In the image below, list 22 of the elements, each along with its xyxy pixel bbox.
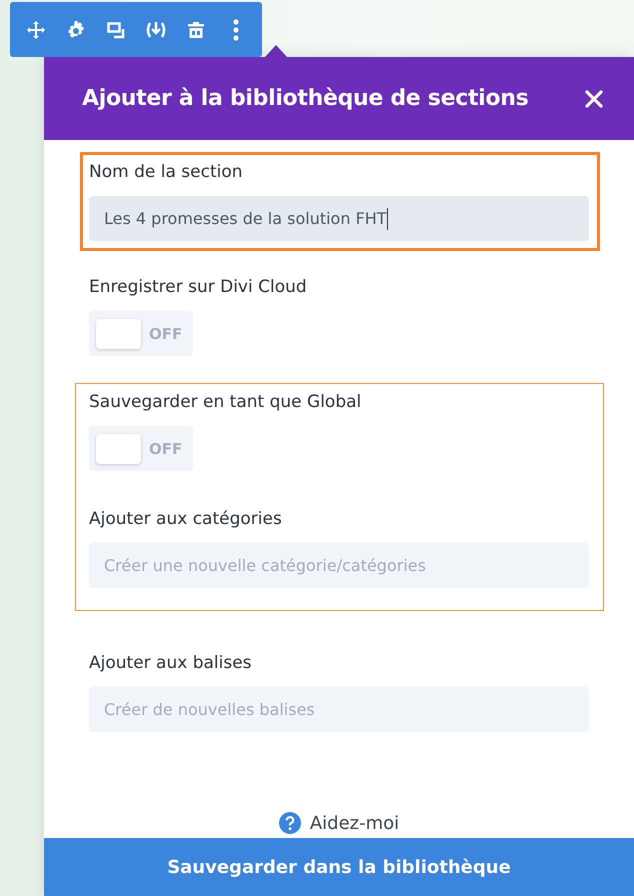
- dialog-title: Ajouter à la bibliothèque de sections: [82, 86, 528, 111]
- help-link[interactable]: Aidez-moi: [278, 812, 400, 834]
- field-label: Ajouter aux balises: [89, 652, 252, 675]
- text-field[interactable]: Les 4 promesses de la solution FHT: [89, 196, 589, 241]
- close-button[interactable]: [584, 88, 604, 108]
- toggle-switch[interactable]: OFF: [89, 426, 193, 471]
- field-label: Nom de la section: [89, 161, 243, 184]
- field-label: Sauvegarder en tant que Global: [89, 391, 362, 414]
- help-icon: [278, 812, 301, 834]
- settings-icon: [66, 20, 86, 40]
- toggle-switch[interactable]: OFF: [89, 311, 193, 356]
- field-label: Ajouter aux catégories: [89, 508, 282, 531]
- more-icon: [231, 18, 241, 40]
- text-field[interactable]: Créer de nouvelles balises: [89, 687, 589, 732]
- save-to-library-button[interactable]: Sauvegarder dans la bibliothèque: [44, 838, 634, 896]
- close-icon: [584, 88, 604, 108]
- trash-icon: [186, 20, 206, 40]
- text-field[interactable]: Créer une nouvelle catégorie/catégories: [89, 543, 589, 588]
- download-icon: [145, 20, 167, 40]
- duplicate-icon: [106, 20, 126, 40]
- field-label: Enregistrer sur Divi Cloud: [89, 276, 307, 299]
- move-icon: [26, 20, 46, 40]
